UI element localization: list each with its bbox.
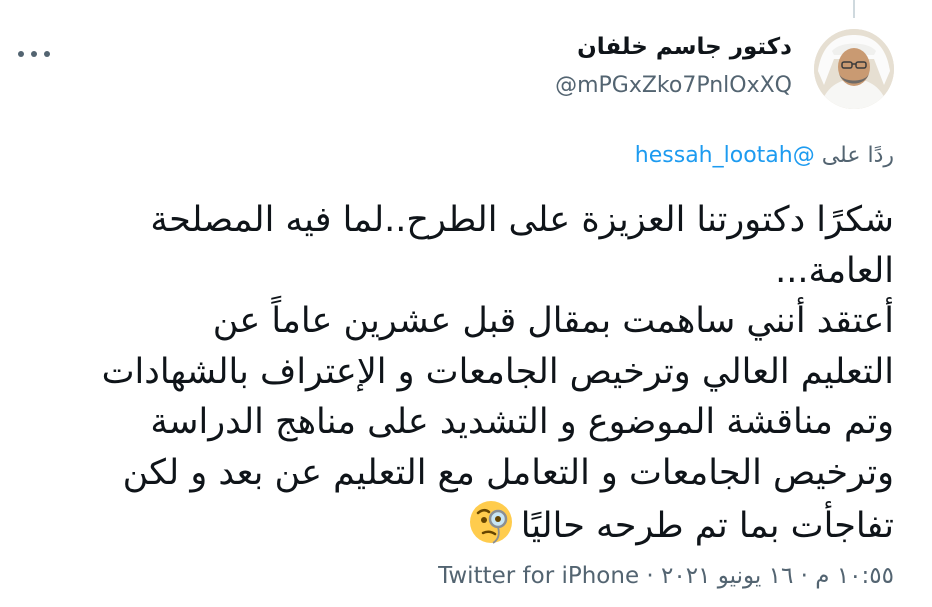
tweet-line: التعليم العالي وترخيص الجامعات و الإعترا… xyxy=(101,351,894,392)
replying-to: ردًا على @hessah_lootah xyxy=(635,143,894,168)
avatar[interactable] xyxy=(814,29,894,109)
thread-connector-line xyxy=(853,0,855,18)
tweet-line: العامة... xyxy=(775,250,894,291)
tweet-date[interactable]: ١٦ يونيو ٢٠٢١ xyxy=(661,563,793,589)
more-icon-dot xyxy=(31,51,37,57)
author-handle[interactable]: @mPGxZko7PnlOxXQ xyxy=(555,73,792,98)
tweet-line: أعتقد أنني ساهمت بمقال قبل عشرين عاماً ع… xyxy=(212,301,894,341)
avatar-photo xyxy=(814,29,894,109)
tweet-text: شكرًا دكتورتنا العزيزة على الطرح..لما في… xyxy=(30,195,894,552)
tweet-line: شكرًا دكتورتنا العزيزة على الطرح..لما في… xyxy=(150,200,894,240)
tweet-line: وتم مناقشة الموضوع و التشديد على مناهج ا… xyxy=(150,402,894,442)
tweet-line: تفاجأت بما تم طرحه حاليًا xyxy=(520,506,894,546)
tweet-last-line: تفاجأت بما تم طرحه حاليًا xyxy=(30,498,894,552)
meta-separator: · xyxy=(639,563,662,589)
tweet-metadata: ١٠:٥٥ م · ١٦ يونيو ٢٠٢١ · Twitter for iP… xyxy=(438,563,894,589)
tweet-time[interactable]: ١٠:٥٥ م xyxy=(815,563,894,589)
replying-to-label: ردًا على xyxy=(821,143,894,168)
reply-mention-link[interactable]: @hessah_lootah xyxy=(635,143,815,168)
face-with-monocle-icon xyxy=(469,501,512,544)
author-display-name[interactable]: دكتور جاسم خلفان xyxy=(577,34,792,60)
meta-separator: · xyxy=(793,563,816,589)
more-options-button[interactable] xyxy=(18,42,50,66)
tweet-source-app[interactable]: Twitter for iPhone xyxy=(438,563,639,589)
more-icon-dot xyxy=(44,51,50,57)
tweet-line: وترخيص الجامعات و التعامل مع التعليم عن … xyxy=(122,452,894,493)
more-icon-dot xyxy=(18,51,24,57)
